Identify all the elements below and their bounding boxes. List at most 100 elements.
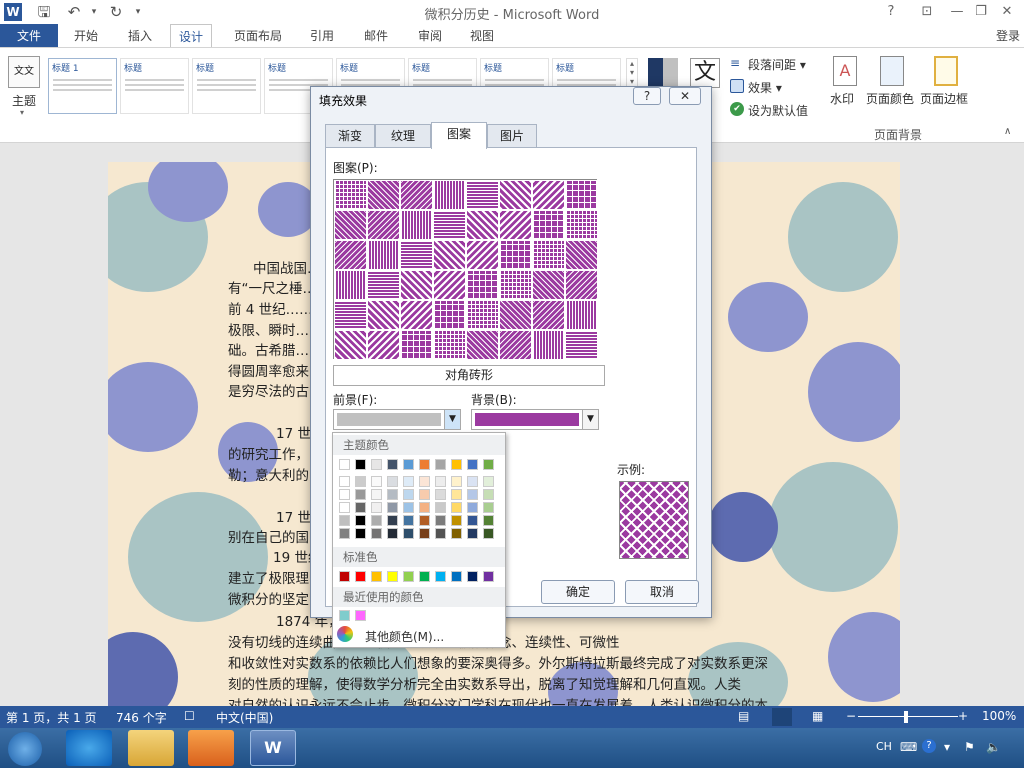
pattern-cell[interactable]	[466, 270, 499, 300]
pattern-cell[interactable]	[367, 180, 400, 210]
color-swatch[interactable]	[419, 502, 430, 513]
color-swatch[interactable]	[435, 459, 446, 470]
color-swatch[interactable]	[467, 515, 478, 526]
pattern-cell[interactable]	[499, 180, 532, 210]
color-swatch[interactable]	[387, 459, 398, 470]
pattern-cell[interactable]	[499, 270, 532, 300]
restore-icon[interactable]: ❐	[970, 2, 992, 22]
volume-icon[interactable]: 🔈	[986, 740, 1001, 754]
dialog-help-button[interactable]: ?	[633, 87, 661, 105]
zoom-out-icon[interactable]: −	[846, 709, 856, 723]
tab-design[interactable]: 设计	[170, 24, 213, 48]
pattern-cell[interactable]	[334, 180, 367, 210]
pattern-cell[interactable]	[367, 210, 400, 240]
color-swatch[interactable]	[371, 571, 382, 582]
pattern-cell[interactable]	[400, 240, 433, 270]
pattern-cell[interactable]	[433, 330, 466, 360]
watermark-button[interactable]: 水印	[830, 90, 854, 107]
minimize-icon[interactable]: —	[946, 2, 968, 22]
effects-button[interactable]: 效果 ▾	[748, 79, 782, 96]
pattern-cell[interactable]	[334, 330, 367, 360]
color-swatch[interactable]	[435, 515, 446, 526]
keyboard-icon[interactable]: ⌨	[900, 740, 917, 754]
color-swatch[interactable]	[339, 528, 350, 539]
tab-references[interactable]: 引用	[302, 24, 342, 48]
tab-mailings[interactable]: 邮件	[356, 24, 396, 48]
themes-icon[interactable]: 文文	[8, 56, 40, 88]
color-swatch[interactable]	[435, 502, 446, 513]
pattern-cell[interactable]	[532, 270, 565, 300]
color-swatch[interactable]	[387, 489, 398, 500]
tab-file[interactable]: 文件	[0, 24, 58, 48]
color-swatch[interactable]	[403, 502, 414, 513]
themes-button[interactable]: 主题	[6, 92, 42, 109]
pattern-cell[interactable]	[532, 330, 565, 360]
color-swatch[interactable]	[451, 571, 462, 582]
color-swatch[interactable]	[451, 502, 462, 513]
tab-pattern[interactable]: 图案	[431, 122, 487, 149]
zoom-slider-thumb[interactable]	[904, 711, 908, 723]
ime-indicator[interactable]: CH	[876, 740, 892, 753]
color-swatch[interactable]	[451, 476, 462, 487]
color-swatch[interactable]	[467, 571, 478, 582]
color-swatch[interactable]	[355, 502, 366, 513]
color-swatch[interactable]	[355, 459, 366, 470]
color-swatch[interactable]	[435, 571, 446, 582]
help-icon[interactable]: ?	[880, 2, 902, 22]
pattern-cell[interactable]	[466, 240, 499, 270]
tab-picture[interactable]: 图片	[487, 124, 537, 148]
pattern-cell[interactable]	[400, 330, 433, 360]
tab-gradient[interactable]: 渐变	[325, 124, 375, 148]
color-swatch[interactable]	[451, 528, 462, 539]
pattern-cell[interactable]	[334, 300, 367, 330]
word-taskbar-icon[interactable]: W	[250, 730, 296, 766]
color-swatch[interactable]	[403, 528, 414, 539]
pattern-cell[interactable]	[532, 300, 565, 330]
zoom-in-icon[interactable]: +	[958, 709, 968, 723]
color-swatch[interactable]	[467, 489, 478, 500]
pattern-cell[interactable]	[466, 330, 499, 360]
close-icon[interactable]: ✕	[996, 2, 1018, 22]
tab-insert[interactable]: 插入	[120, 24, 160, 48]
print-layout-icon[interactable]	[772, 708, 792, 726]
ribbon-display-icon[interactable]: ⊡	[916, 2, 938, 22]
pattern-cell[interactable]	[400, 210, 433, 240]
style-gallery-item[interactable]: 标题	[192, 58, 261, 114]
color-swatch[interactable]	[339, 571, 350, 582]
tab-texture[interactable]: 纹理	[375, 124, 431, 148]
pattern-cell[interactable]	[400, 270, 433, 300]
color-swatch[interactable]	[435, 476, 446, 487]
flag-icon[interactable]: ⚑	[964, 740, 975, 754]
web-layout-icon[interactable]: ▦	[812, 709, 823, 723]
color-swatch[interactable]	[403, 571, 414, 582]
color-swatch[interactable]	[355, 489, 366, 500]
pattern-cell[interactable]	[367, 240, 400, 270]
pattern-cell[interactable]	[433, 210, 466, 240]
color-swatch[interactable]	[339, 515, 350, 526]
pattern-cell[interactable]	[565, 180, 598, 210]
pattern-cell[interactable]	[565, 300, 598, 330]
fonts-icon[interactable]: 文	[690, 58, 720, 88]
pattern-cell[interactable]	[400, 300, 433, 330]
color-swatch[interactable]	[419, 571, 430, 582]
explorer-icon[interactable]	[128, 730, 174, 766]
chevron-down-icon[interactable]: ▼	[444, 410, 460, 429]
color-swatch[interactable]	[403, 489, 414, 500]
color-swatch[interactable]	[403, 515, 414, 526]
color-swatch[interactable]	[371, 489, 382, 500]
pattern-cell[interactable]	[433, 240, 466, 270]
collapse-ribbon-icon[interactable]: ∧	[1004, 126, 1011, 137]
zoom-level[interactable]: 100%	[982, 709, 1016, 723]
color-swatch[interactable]	[371, 502, 382, 513]
page-color-button[interactable]: 页面颜色	[866, 90, 914, 107]
standard-color-row[interactable]	[337, 571, 503, 585]
color-swatch[interactable]	[467, 476, 478, 487]
color-swatch[interactable]	[483, 476, 494, 487]
tray-menu-icon[interactable]: ▾	[944, 740, 950, 754]
tab-view[interactable]: 视图	[462, 24, 502, 48]
pattern-cell[interactable]	[565, 330, 598, 360]
color-swatch[interactable]	[339, 489, 350, 500]
pattern-cell[interactable]	[367, 300, 400, 330]
read-mode-icon[interactable]: ▤	[738, 709, 749, 723]
color-swatch[interactable]	[387, 502, 398, 513]
